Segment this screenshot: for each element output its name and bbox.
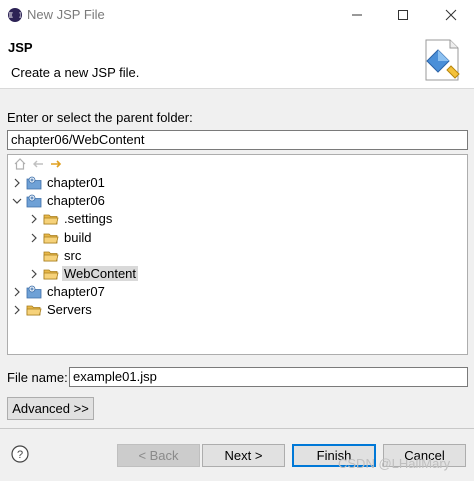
page-title: JSP <box>8 40 33 55</box>
tree-item[interactable]: chapter01 <box>8 174 467 192</box>
file-name-input[interactable]: example01.jsp <box>69 367 468 387</box>
back-button[interactable]: < Back <box>117 444 200 467</box>
page-description: Create a new JSP file. <box>11 65 140 80</box>
svg-text:?: ? <box>17 449 23 461</box>
help-icon[interactable]: ? <box>11 445 29 463</box>
forward-arrow-icon[interactable] <box>49 157 63 174</box>
chevron-right-icon[interactable] <box>12 177 22 189</box>
folder-tree[interactable]: chapter01 chapter06 .settings build src WebCo… <box>7 154 468 355</box>
tree-item-label: WebContent <box>62 266 139 281</box>
close-button[interactable] <box>428 0 474 30</box>
tree-item[interactable]: WebContent <box>8 265 467 283</box>
tree-item[interactable]: chapter07 <box>8 283 467 301</box>
chevron-right-icon[interactable] <box>29 268 39 280</box>
folder-icon <box>43 211 59 227</box>
project-icon <box>26 193 42 209</box>
chevron-right-icon[interactable] <box>29 213 39 225</box>
back-arrow-icon[interactable] <box>31 157 45 174</box>
tree-item-label: Servers <box>47 302 92 318</box>
tree-item-label: chapter07 <box>47 284 105 300</box>
empty-twisty <box>29 250 39 262</box>
tree-item[interactable]: src <box>8 247 467 265</box>
separator <box>0 428 474 429</box>
parent-folder-input[interactable]: chapter06/WebContent <box>7 130 468 150</box>
tree-item-label: src <box>64 247 82 263</box>
jsp-wizard-icon <box>418 36 466 84</box>
maximize-icon <box>398 10 408 20</box>
advanced-button[interactable]: Advanced >> <box>7 397 94 420</box>
tree-item[interactable]: .settings <box>8 210 467 228</box>
tree-item-label: .settings <box>64 211 113 227</box>
chevron-right-icon[interactable] <box>12 304 22 316</box>
folder-icon <box>26 302 42 318</box>
chevron-down-icon[interactable] <box>12 195 22 207</box>
project-icon <box>26 175 42 191</box>
window-title: New JSP File <box>27 7 105 22</box>
folder-icon <box>43 230 59 246</box>
chevron-right-icon[interactable] <box>29 232 39 244</box>
close-icon <box>445 9 457 21</box>
title-bar: New JSP File <box>0 0 474 30</box>
tree-item[interactable]: build <box>8 229 467 247</box>
tree-item-label: chapter01 <box>47 175 105 190</box>
minimize-icon <box>352 14 362 16</box>
watermark: CSDN @LHallMary <box>338 456 451 471</box>
folder-icon <box>43 266 59 282</box>
minimize-button[interactable] <box>334 0 380 30</box>
parent-folder-label: Enter or select the parent folder: <box>7 110 193 125</box>
next-button[interactable]: Next > <box>202 444 285 467</box>
file-name-label: File name: <box>7 370 68 385</box>
tree-item[interactable]: Servers <box>8 301 467 319</box>
tree-item-label: build <box>64 229 92 245</box>
tree-item-label: chapter06 <box>47 193 105 209</box>
eclipse-icon <box>7 7 23 23</box>
chevron-right-icon[interactable] <box>12 286 22 298</box>
home-icon[interactable] <box>13 157 27 174</box>
tree-item[interactable]: chapter06 <box>8 192 467 210</box>
maximize-button[interactable] <box>380 0 426 30</box>
wizard-header: JSP Create a new JSP file. <box>0 30 474 89</box>
folder-icon <box>43 248 59 264</box>
project-icon <box>26 284 42 300</box>
